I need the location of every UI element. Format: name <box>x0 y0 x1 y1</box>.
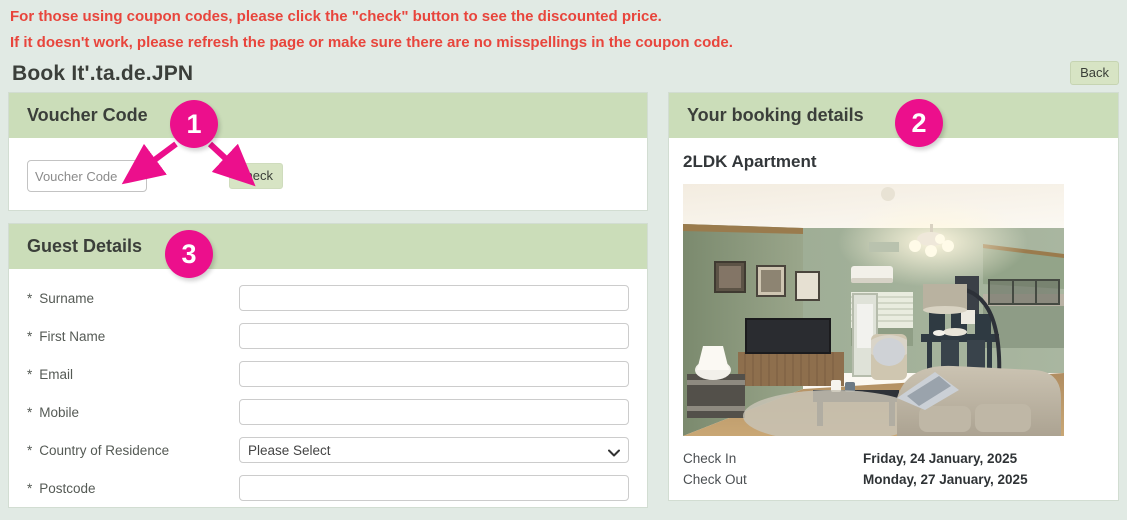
label-postcode: * Postcode <box>27 481 239 496</box>
required-asterisk: * <box>27 404 33 420</box>
guest-details-form: * Surname * First Name * Email * Mobile … <box>9 269 647 507</box>
label-text: Postcode <box>39 480 96 496</box>
field-first-name <box>239 323 629 349</box>
check-button[interactable]: check <box>229 163 283 189</box>
form-row-email: * Email <box>27 355 629 393</box>
voucher-panel-body: check <box>9 138 647 210</box>
voucher-panel-header: Voucher Code <box>9 93 647 138</box>
surname-input[interactable] <box>239 285 629 311</box>
room-photo-wrap <box>669 184 1118 436</box>
field-surname <box>239 285 629 311</box>
voucher-row: check <box>27 152 629 194</box>
form-row-surname: * Surname <box>27 279 629 317</box>
label-mobile: * Mobile <box>27 405 239 420</box>
guest-details-panel: Guest Details * Surname * First Name * E… <box>8 223 648 508</box>
stay-row-check-out: Check Out Monday, 27 January, 2025 <box>683 469 1104 490</box>
room-title: 2LDK Apartment <box>683 152 817 171</box>
page-title: Book It'.ta.de.JPN <box>12 62 194 85</box>
required-asterisk: * <box>27 328 33 344</box>
booking-page: For those using coupon codes, please cli… <box>0 0 1127 508</box>
notice-line-2: If it doesn't work, please refresh the p… <box>10 34 733 51</box>
stay-row-check-in: Check In Friday, 24 January, 2025 <box>683 448 1104 469</box>
field-postcode <box>239 475 629 501</box>
check-in-label: Check In <box>683 451 737 466</box>
content-columns: Voucher Code check Guest Details * Surnam… <box>0 92 1127 520</box>
required-asterisk: * <box>27 442 33 458</box>
mobile-input[interactable] <box>239 399 629 425</box>
field-email <box>239 361 629 387</box>
required-asterisk: * <box>27 366 33 382</box>
label-first-name: * First Name <box>27 329 239 344</box>
voucher-code-input[interactable] <box>27 160 147 192</box>
booking-details-panel: Your booking details 2LDK Apartment Chec… <box>668 92 1119 501</box>
label-email: * Email <box>27 367 239 382</box>
label-country-of-residence: * Country of Residence <box>27 443 239 458</box>
required-asterisk: * <box>27 480 33 496</box>
check-out-value: Monday, 27 January, 2025 <box>863 472 1028 487</box>
label-text: Mobile <box>39 404 80 420</box>
annotation-badge-3: 3 <box>165 230 213 278</box>
email-input[interactable] <box>239 361 629 387</box>
annotation-badge-2: 2 <box>895 99 943 147</box>
notice-line-1: For those using coupon codes, please cli… <box>10 8 662 25</box>
label-text: Surname <box>39 290 95 306</box>
field-country-of-residence: Please Select <box>239 437 629 463</box>
booking-details-body: 2LDK Apartment Check In Friday, 24 Janua… <box>669 138 1118 500</box>
label-surname: * Surname <box>27 291 239 306</box>
label-text: First Name <box>39 328 106 344</box>
form-row-postcode: * Postcode <box>27 469 629 507</box>
check-out-label: Check Out <box>683 472 747 487</box>
required-asterisk: * <box>27 290 33 306</box>
left-column: Voucher Code check Guest Details * Surnam… <box>8 92 648 520</box>
booking-details-panel-header: Your booking details <box>669 93 1118 138</box>
right-column: Your booking details 2LDK Apartment Chec… <box>668 92 1119 513</box>
coupon-notice: For those using coupon codes, please cli… <box>0 0 1127 58</box>
form-row-mobile: * Mobile <box>27 393 629 431</box>
form-row-country: * Country of Residence Please Select <box>27 431 629 469</box>
country-of-residence-select[interactable]: Please Select <box>239 437 629 463</box>
first-name-input[interactable] <box>239 323 629 349</box>
postcode-input[interactable] <box>239 475 629 501</box>
label-text: Email <box>39 366 74 382</box>
annotation-badge-1: 1 <box>170 100 218 148</box>
voucher-panel: Voucher Code check <box>8 92 648 211</box>
stay-dates-table: Check In Friday, 24 January, 2025 Check … <box>669 436 1118 500</box>
field-mobile <box>239 399 629 425</box>
title-row: Book It'.ta.de.JPN Back <box>0 58 1127 92</box>
back-button[interactable]: Back <box>1070 61 1119 85</box>
label-text: Country of Residence <box>39 442 170 458</box>
guest-details-panel-header: Guest Details <box>9 224 647 269</box>
check-in-value: Friday, 24 January, 2025 <box>863 451 1018 466</box>
form-row-first-name: * First Name <box>27 317 629 355</box>
room-photo <box>683 184 1064 436</box>
